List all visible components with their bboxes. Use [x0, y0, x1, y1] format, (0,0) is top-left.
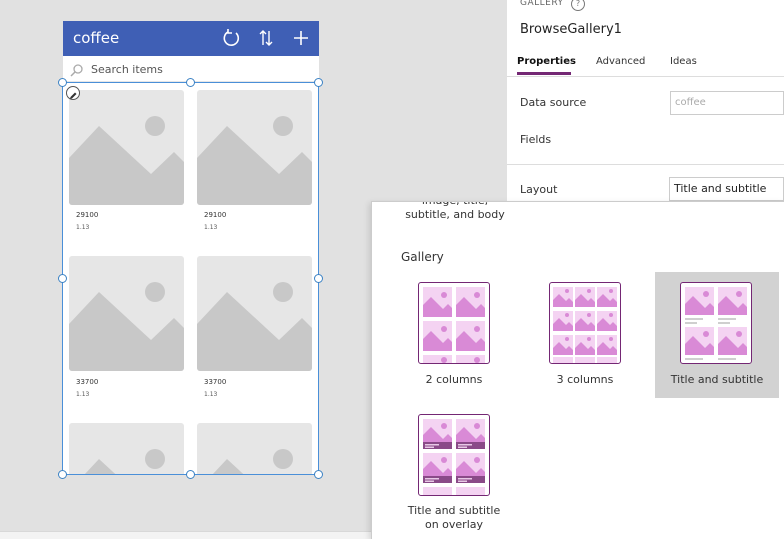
resize-handle-top-left[interactable]	[58, 78, 67, 87]
layout-option-label[interactable]: 2 columns	[403, 373, 505, 387]
divider	[507, 76, 784, 77]
gallery-selection[interactable]	[62, 82, 319, 475]
data-source-label: Data source	[520, 96, 587, 109]
app-header: coffee	[63, 21, 319, 56]
resize-handle-top-right[interactable]	[314, 78, 323, 87]
search-icon	[70, 62, 84, 81]
search-input[interactable]: Search items	[91, 63, 163, 76]
add-icon[interactable]	[290, 27, 312, 49]
control-name[interactable]: BrowseGallery1	[520, 22, 622, 37]
layout-option-3-columns[interactable]	[549, 282, 621, 364]
layout-option-label[interactable]: 3 columns	[534, 373, 636, 387]
layout-select[interactable]: Title and subtitle	[669, 177, 784, 201]
pencil-icon	[70, 92, 77, 99]
resize-handle-bottom-left[interactable]	[58, 470, 67, 479]
layout-label: Layout	[520, 183, 558, 196]
resize-handle-bottom[interactable]	[186, 470, 195, 479]
layout-option-title-and-subtitle[interactable]	[680, 282, 752, 364]
section-title: Gallery	[401, 250, 444, 264]
help-icon[interactable]: ?	[571, 0, 585, 11]
resize-handle-bottom-right[interactable]	[314, 470, 323, 479]
tab-properties[interactable]: Properties	[517, 56, 576, 67]
resize-handle-right[interactable]	[314, 274, 323, 283]
fields-label[interactable]: Fields	[520, 133, 551, 146]
layout-option-label[interactable]: Title and subtitle on overlay	[403, 504, 505, 532]
active-tab-indicator	[517, 72, 571, 75]
layout-option-label[interactable]: image, title, subtitle, and body	[400, 202, 510, 222]
layout-dropdown: image, title, subtitle, and body Gallery…	[371, 201, 784, 539]
tab-ideas[interactable]: Ideas	[670, 56, 697, 67]
refresh-icon[interactable]	[220, 27, 242, 49]
resize-handle-left[interactable]	[58, 274, 67, 283]
edit-gallery-button[interactable]	[66, 86, 80, 100]
resize-handle-top[interactable]	[186, 78, 195, 87]
data-source-field[interactable]: coffee	[670, 91, 784, 115]
control-type-label: GALLERY	[520, 0, 564, 8]
divider	[507, 164, 784, 165]
tab-advanced[interactable]: Advanced	[596, 56, 645, 67]
layout-option-title-and-subtitle-overlay[interactable]	[418, 414, 490, 496]
app-title: coffee	[73, 29, 120, 47]
sort-icon[interactable]	[255, 27, 277, 49]
layout-option-2-columns[interactable]	[418, 282, 490, 364]
layout-option-label[interactable]: Title and subtitle	[662, 373, 772, 387]
